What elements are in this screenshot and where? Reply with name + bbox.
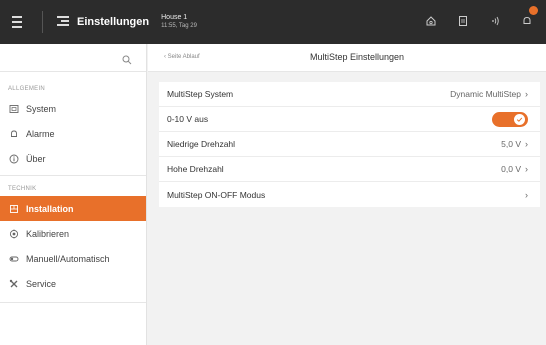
search-icon[interactable] bbox=[122, 52, 132, 70]
system-icon bbox=[8, 104, 20, 114]
chevron-right-icon: › bbox=[525, 139, 528, 149]
setting-value: Dynamic MultiStep bbox=[450, 89, 521, 99]
settings-sliders-icon bbox=[57, 16, 69, 28]
section-divider bbox=[0, 175, 146, 176]
sidebar-item-label: Service bbox=[26, 278, 57, 289]
house-time: 11:55, Tag 29 bbox=[161, 23, 197, 29]
sidebar-item-service[interactable]: Service bbox=[0, 271, 146, 296]
topbar-icons bbox=[422, 6, 538, 30]
installation-icon bbox=[8, 204, 20, 214]
sidebar-bottom-divider bbox=[0, 302, 146, 303]
setting-label: Niedrige Drehzahl bbox=[167, 139, 236, 149]
setting-row-niedrige-drehzahl[interactable]: Niedrige Drehzahl 5,0 V › bbox=[159, 132, 540, 157]
setting-row-hohe-drehzahl[interactable]: Hohe Drehzahl 0,0 V › bbox=[159, 157, 540, 182]
setting-value: 5,0 V bbox=[501, 139, 521, 149]
sidebar-item-label: Kalibrieren bbox=[26, 228, 70, 239]
document-icon[interactable] bbox=[454, 12, 472, 30]
info-icon bbox=[8, 154, 20, 164]
sidebar-item-alarme[interactable]: Alarme bbox=[0, 121, 146, 146]
app-title: Einstellungen bbox=[77, 16, 150, 28]
setting-label: 0-10 V aus bbox=[167, 114, 209, 124]
toggle-knob bbox=[514, 113, 525, 125]
sidebar-item-system[interactable]: System bbox=[0, 96, 146, 121]
sidebar-item-label: Alarme bbox=[26, 128, 55, 139]
calibrate-icon bbox=[8, 229, 20, 239]
setting-row-0-10v-aus: 0-10 V aus bbox=[159, 107, 540, 132]
section-heading-technik: TECHNIK bbox=[8, 186, 37, 192]
top-bar: Einstellungen House 1 11:55, Tag 29 bbox=[0, 0, 546, 44]
manual-auto-icon bbox=[8, 254, 20, 264]
page-title: MultiStep Einstellungen bbox=[309, 52, 405, 62]
chevron-right-icon: › bbox=[525, 189, 528, 200]
sidebar: ALLGEMEIN System Alarme Über TECHNIK Ins… bbox=[0, 44, 147, 345]
setting-row-multistep-on-off-modus[interactable]: MultiStep ON-OFF Modus › bbox=[159, 182, 540, 207]
sidebar-item-ueber[interactable]: Über bbox=[0, 146, 146, 171]
setting-label: Hohe Drehzahl bbox=[167, 164, 224, 174]
setting-row-multistep-system[interactable]: MultiStep System Dynamic MultiStep › bbox=[159, 82, 540, 107]
content-header: ‹ Seite Ablauf MultiStep Einstellungen bbox=[148, 44, 546, 72]
setting-value: 0,0 V bbox=[501, 164, 521, 174]
signal-icon[interactable] bbox=[486, 12, 504, 30]
sidebar-item-label: Installation bbox=[26, 203, 74, 214]
notification-badge bbox=[529, 6, 538, 15]
section-heading-allgemein: ALLGEMEIN bbox=[8, 86, 46, 92]
house-info[interactable]: House 1 11:55, Tag 29 bbox=[161, 13, 197, 31]
toggle-switch[interactable] bbox=[492, 111, 528, 127]
service-icon bbox=[8, 279, 20, 289]
sidebar-item-manuell-automatisch[interactable]: Manuell/Automatisch bbox=[0, 246, 146, 271]
notification-bell-icon[interactable] bbox=[518, 6, 538, 30]
sidebar-item-label: System bbox=[26, 103, 57, 114]
sidebar-item-kalibrieren[interactable]: Kalibrieren bbox=[0, 221, 146, 246]
sidebar-item-label: Manuell/Automatisch bbox=[26, 253, 110, 264]
settings-list: MultiStep System Dynamic MultiStep › 0-1… bbox=[159, 82, 540, 207]
hamburger-menu-icon[interactable] bbox=[12, 16, 34, 28]
sidebar-search[interactable] bbox=[0, 44, 146, 72]
sidebar-item-label: Über bbox=[26, 153, 46, 164]
setting-label: MultiStep ON-OFF Modus bbox=[167, 189, 266, 200]
house-name: House 1 bbox=[161, 14, 188, 21]
bell-icon bbox=[8, 129, 20, 139]
topbar-divider bbox=[42, 11, 43, 33]
chevron-right-icon: › bbox=[525, 89, 528, 99]
sidebar-item-installation[interactable]: Installation bbox=[0, 196, 146, 221]
chevron-right-icon: › bbox=[525, 164, 528, 174]
checkmark-icon bbox=[516, 117, 523, 122]
setting-label: MultiStep System bbox=[167, 89, 234, 99]
home-icon[interactable] bbox=[422, 12, 440, 30]
